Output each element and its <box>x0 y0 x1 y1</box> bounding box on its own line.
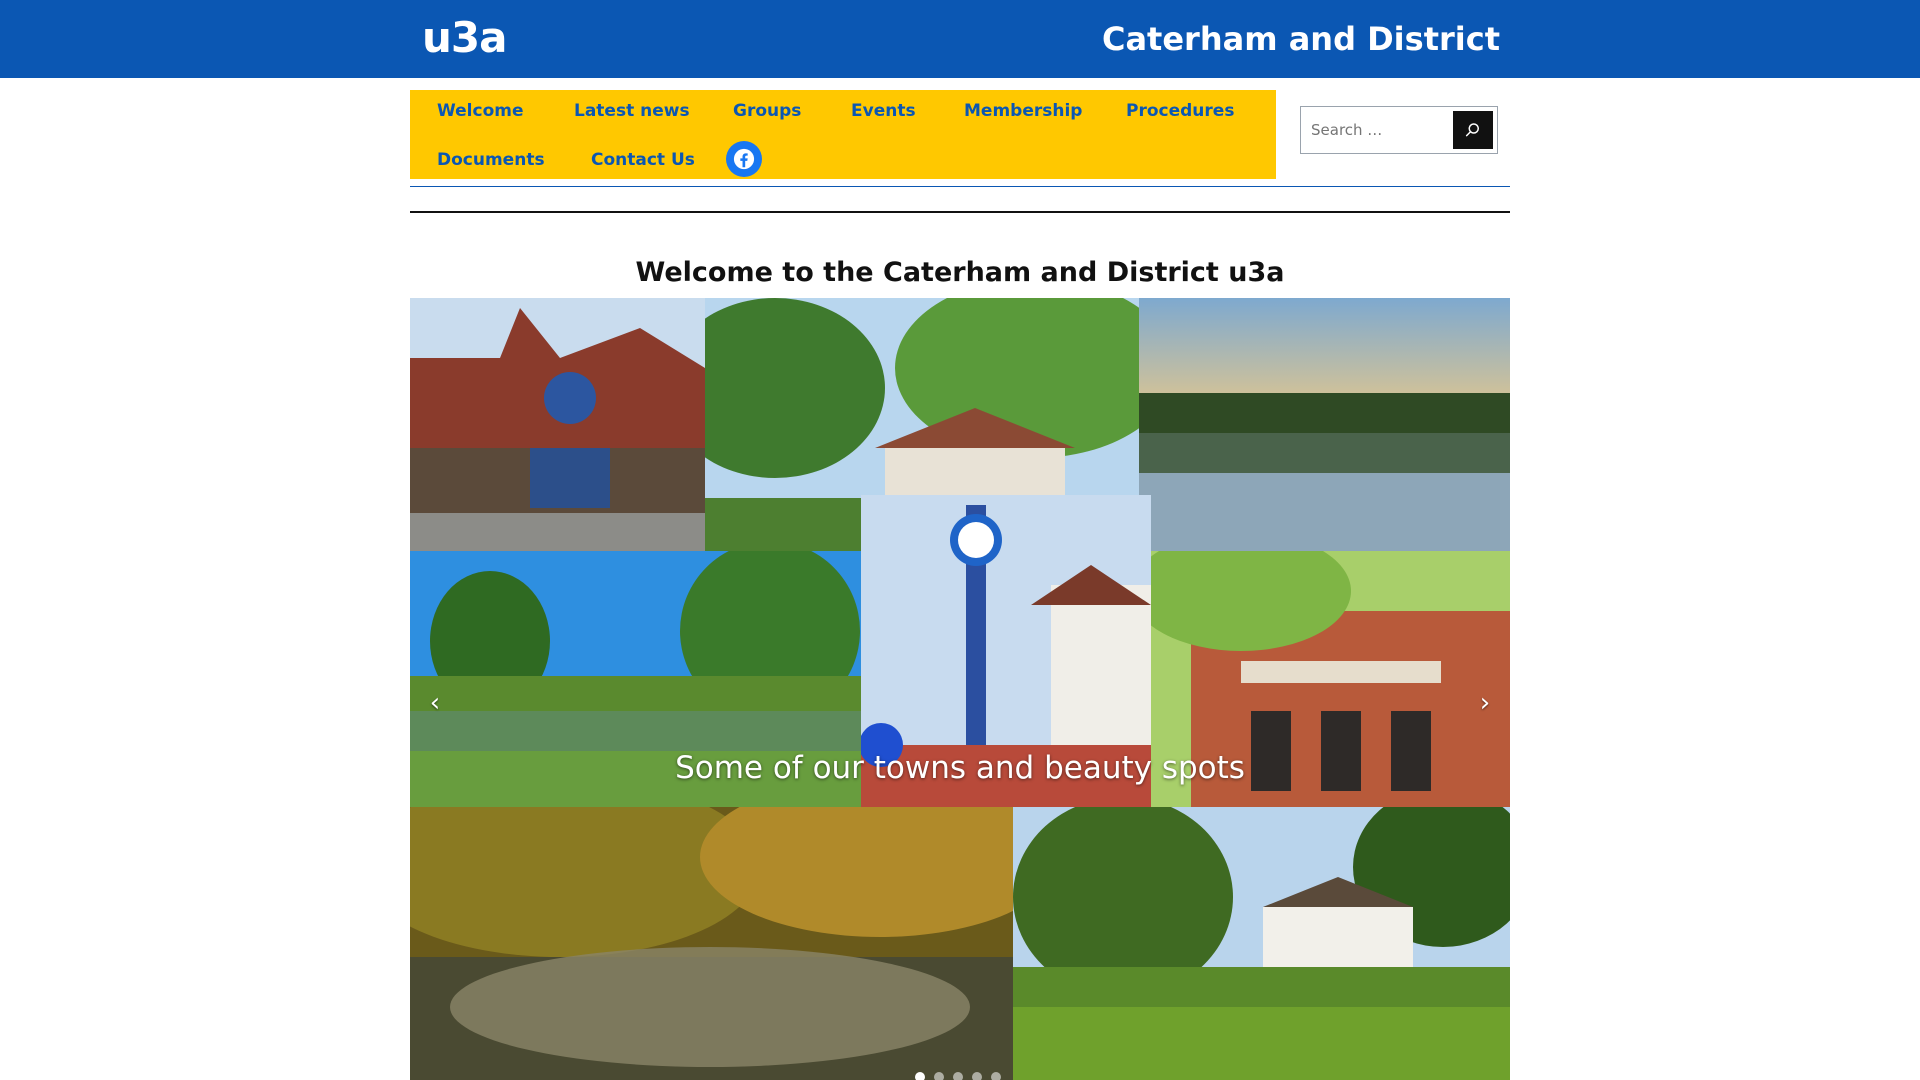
slider-dot-4[interactable] <box>972 1072 982 1080</box>
facebook-link[interactable] <box>726 141 762 177</box>
search-button[interactable] <box>1453 111 1493 149</box>
slider-prev-button[interactable]: ‹ <box>420 688 450 718</box>
nav-item-groups[interactable]: Groups <box>733 100 801 122</box>
nav-item-latest-news[interactable]: Latest news <box>574 100 690 122</box>
main-navigation: Welcome Latest news Groups Events Member… <box>410 90 1276 179</box>
nav-item-events[interactable]: Events <box>851 100 916 122</box>
slider-next-button[interactable]: › <box>1470 688 1500 718</box>
facebook-icon <box>733 148 755 170</box>
u3a-logo[interactable]: u3a <box>422 14 507 62</box>
header-divider <box>410 186 1510 187</box>
chevron-right-icon: › <box>1479 688 1491 718</box>
slider-dot-2[interactable] <box>934 1072 944 1080</box>
content-separator <box>410 211 1510 213</box>
site-header: u3a Caterham and District <box>0 0 1920 78</box>
slider-dot-1[interactable] <box>915 1072 925 1080</box>
nav-item-documents[interactable]: Documents <box>437 149 545 171</box>
page-title: Welcome to the Caterham and District u3a <box>635 257 1285 289</box>
search-icon <box>1465 123 1479 137</box>
photo-shopping-centre <box>410 298 705 551</box>
photo-autumn-pond <box>410 807 1013 1080</box>
image-slider: Some of our towns and beauty spots ‹ › <box>410 298 1510 1080</box>
slider-caption: Some of our towns and beauty spots <box>675 750 1245 786</box>
nav-item-membership[interactable]: Membership <box>964 100 1082 122</box>
search-form <box>1300 106 1498 154</box>
slider-dot-5[interactable] <box>991 1072 1001 1080</box>
slider-dot-3[interactable] <box>953 1072 963 1080</box>
chevron-left-icon: ‹ <box>429 688 441 718</box>
nav-item-contact-us[interactable]: Contact Us <box>591 149 695 171</box>
site-title[interactable]: Caterham and District <box>1000 18 1500 60</box>
photo-lake-sunrise <box>1139 298 1510 551</box>
nav-item-welcome[interactable]: Welcome <box>437 100 524 122</box>
photo-village-pond <box>1013 807 1510 1080</box>
nav-item-procedures[interactable]: Procedures <box>1126 100 1234 122</box>
search-input[interactable] <box>1307 113 1461 147</box>
